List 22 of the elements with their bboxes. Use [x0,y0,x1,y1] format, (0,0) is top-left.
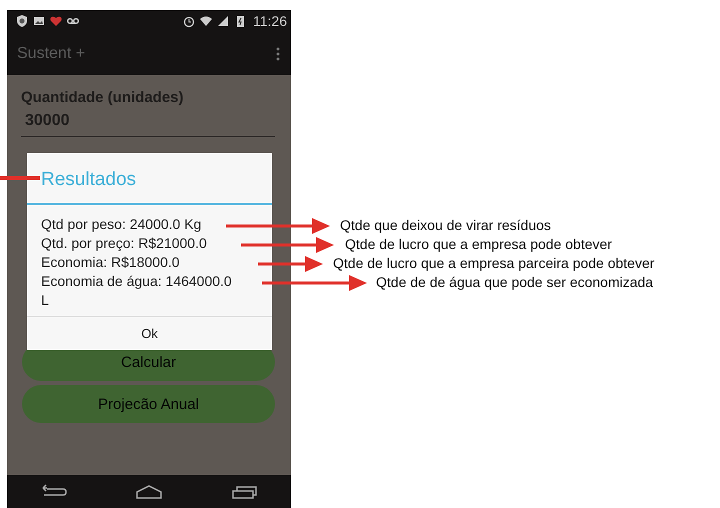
shield-icon [15,14,29,28]
annotation-text: Qtde de lucro que a empresa pode obtever [345,236,612,252]
wifi-icon [199,14,213,28]
clock-time: 11:26 [253,13,287,29]
result-line: Economia: R$18000.0 [41,253,181,272]
heart-icon [49,14,63,28]
field-label: Quantidade (unidades) [21,89,185,106]
annotation-text: Qtde de lucro que a empresa parceira pode obtever [333,255,654,271]
result-line: Qtd. por preço: R$21000.0 [41,234,208,253]
app-title: Sustent + [17,44,86,62]
annotation-text: Qtde que deixou de virar resíduos [340,217,551,233]
arrow [258,256,323,272]
result-line: Economia de água: 1464000.0 L [41,272,233,310]
quantity-field[interactable]: 30000 [21,112,275,137]
image-icon [32,14,46,28]
action-button[interactable]: Projecão Anual [22,385,275,423]
alarm-icon [182,14,196,28]
result-line: Qtd por peso: 24000.0 Kg [41,215,202,234]
menu-icon[interactable] [275,46,281,62]
home-icon[interactable] [134,484,164,500]
signal-icon [216,14,230,28]
annotation-text: Qtde de de água que pode ser economizada [376,274,654,290]
